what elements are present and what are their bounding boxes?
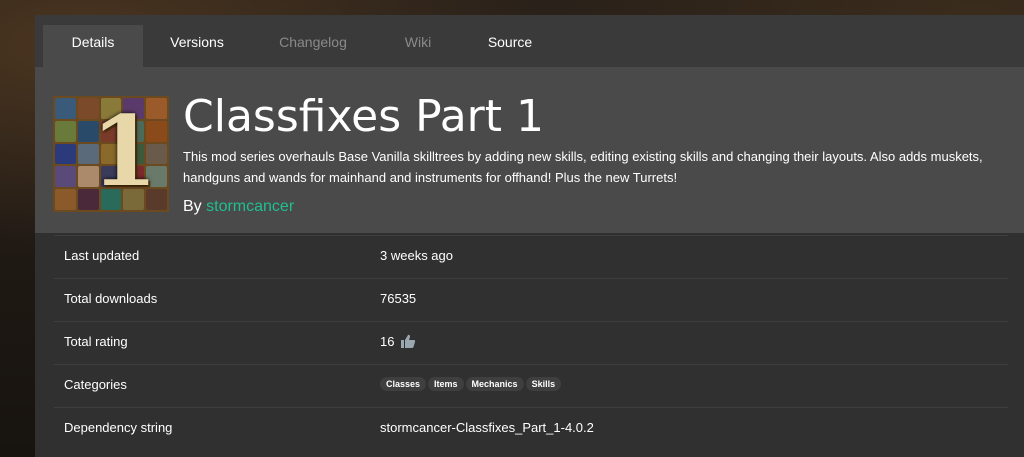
total-downloads-value: 76535 [380, 291, 417, 306]
tab-changelog[interactable]: Changelog [263, 25, 363, 67]
category-tag[interactable]: Skills [525, 377, 562, 391]
details-table: Last updated 3 weeks ago Total downloads… [54, 235, 1008, 450]
tab-details[interactable]: Details [43, 25, 143, 67]
total-rating-value: 16 [380, 334, 416, 349]
row-total-downloads: Total downloads 76535 [54, 278, 1008, 321]
category-tag[interactable]: Items [428, 377, 464, 391]
row-categories: Categories Classes Items Mechanics Skill… [54, 364, 1008, 407]
mod-header: 1 Classfixes Part 1 This mod series over… [35, 67, 1024, 233]
mod-thumbnail: 1 [53, 96, 169, 212]
mod-description: This mod series overhauls Base Vanilla s… [183, 149, 983, 185]
dependency-string-value[interactable]: stormcancer-Classfixes_Part_1-4.0.2 [380, 420, 594, 435]
dependency-string-label: Dependency string [64, 420, 173, 435]
categories-value: Classes Items Mechanics Skills [380, 377, 563, 391]
row-total-rating: Total rating 16 [54, 321, 1008, 364]
by-label: By [183, 198, 202, 215]
categories-label: Categories [64, 377, 127, 392]
mod-title: Classfixes Part 1 [183, 91, 544, 142]
last-updated-label: Last updated [64, 248, 140, 263]
rating-count: 16 [380, 334, 395, 349]
total-downloads-label: Total downloads [64, 291, 158, 306]
row-last-updated: Last updated 3 weeks ago [54, 235, 1008, 278]
total-rating-label: Total rating [64, 334, 128, 349]
thumbs-up-icon[interactable] [400, 334, 416, 349]
tab-wiki[interactable]: Wiki [368, 25, 468, 67]
category-tag[interactable]: Mechanics [465, 377, 524, 391]
thumbnail-numeral: 1 [91, 95, 158, 208]
category-tag[interactable]: Classes [380, 377, 427, 391]
mod-author: By stormcancer [183, 198, 294, 216]
tab-bar: Details Versions Changelog Wiki Source [35, 15, 1024, 67]
tab-source[interactable]: Source [460, 25, 560, 67]
last-updated-value: 3 weeks ago [380, 248, 453, 263]
tab-versions[interactable]: Versions [147, 25, 247, 67]
author-link[interactable]: stormcancer [206, 198, 294, 215]
mod-panel: Details Versions Changelog Wiki Source 1… [35, 15, 1024, 457]
row-dependency-string: Dependency string stormcancer-Classfixes… [54, 407, 1008, 450]
